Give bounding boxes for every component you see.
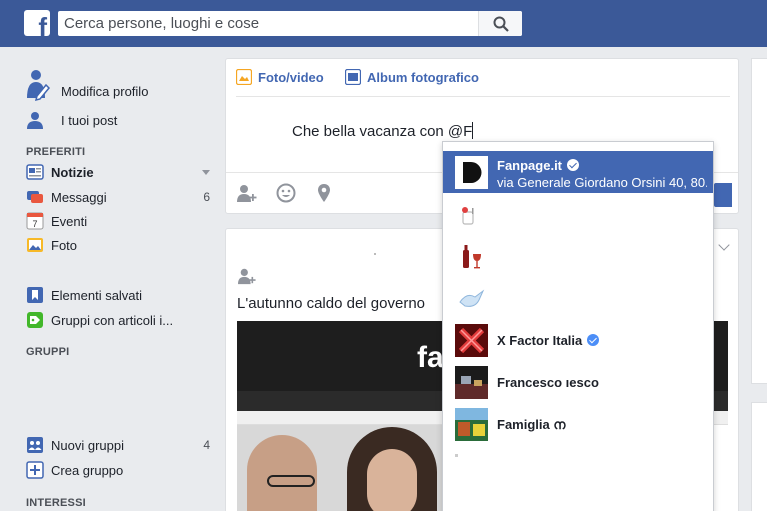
groups-header: GRUPPI	[26, 346, 70, 358]
feeling-icon[interactable]	[276, 183, 298, 203]
sidebar-item-label: Elementi salvati	[51, 287, 143, 303]
photo-icon	[235, 68, 253, 86]
text-cursor	[472, 122, 474, 139]
sidebar-item-messages[interactable]: Messaggi 6	[26, 187, 210, 207]
mention-item[interactable]	[443, 235, 713, 277]
person-photo	[247, 435, 317, 511]
chevron-down-icon[interactable]	[718, 239, 730, 251]
interests-header: INTERESSI	[26, 497, 86, 509]
mention-name: Famiglia ന	[497, 417, 566, 432]
post-title: L'autunno caldo del governo	[237, 295, 426, 312]
mention-item[interactable]: Famiglia ന	[443, 403, 713, 445]
search-button[interactable]	[478, 11, 522, 36]
calendar-icon: 7	[26, 212, 44, 230]
edit-profile-icon	[26, 68, 54, 102]
mention-name: Francesco ıesco	[497, 375, 599, 390]
sidebar-item-events[interactable]: 7 Eventi	[26, 211, 87, 231]
verified-badge-icon	[587, 334, 600, 346]
image-photo	[237, 425, 457, 511]
mention-name: Fanpage.it	[497, 158, 580, 173]
messages-count: 6	[203, 190, 210, 204]
mention-item[interactable]: X Factor Italia	[443, 319, 713, 361]
album-icon	[344, 68, 362, 86]
groups-icon	[26, 436, 44, 454]
facebook-logo-icon[interactable]: f	[24, 10, 50, 36]
favorites-header: PREFERITI	[26, 146, 86, 158]
tag-friends-icon[interactable]	[237, 267, 257, 290]
sidebar-item-label: Notizie	[51, 164, 94, 180]
sidebar-item-label: Eventi	[51, 213, 88, 229]
sidebar-item-label: Crea gruppo	[51, 462, 124, 478]
tab-label: Album fotografico	[367, 69, 479, 85]
plus-square-icon	[26, 461, 44, 479]
avatar	[455, 408, 488, 441]
mention-item[interactable]	[443, 193, 713, 235]
sidebar-item-label: Messaggi	[51, 189, 107, 205]
messages-icon	[26, 188, 44, 206]
sidebar-item-label: I tuoi post	[61, 112, 118, 128]
svg-text:7: 7	[32, 219, 37, 229]
sidebar-item-group-articles[interactable]: Gruppi con articoli i...	[26, 310, 173, 330]
search-box	[58, 11, 522, 36]
chevron-down-icon[interactable]	[202, 170, 210, 175]
composer-actions	[236, 183, 356, 203]
fanpage-logo-icon	[455, 156, 488, 189]
sidebar-item-new-groups[interactable]: Nuovi gruppi 4	[26, 435, 210, 455]
sidebar-item-create-group[interactable]: Crea gruppo	[26, 460, 123, 480]
sidebar-item-saved[interactable]: Elementi salvati	[26, 285, 142, 305]
sidebar-item-edit-profile[interactable]: Modifica profilo	[26, 70, 148, 102]
face-shape	[367, 449, 417, 511]
glasses-shape	[267, 475, 315, 487]
dove-emoji-icon	[455, 282, 488, 315]
left-sidebar: Modifica profilo I tuoi post PREFERITI N…	[0, 47, 215, 511]
mention-suggestions: Fanpage.it via Generale Giordano Orsini …	[442, 141, 714, 511]
tab-photo-album[interactable]: Album fotografico	[344, 68, 479, 86]
tag-icon	[26, 311, 44, 329]
tab-label: Foto/video	[258, 69, 324, 85]
composer-divider	[236, 96, 730, 97]
sidebar-item-photos[interactable]: Foto	[26, 235, 77, 255]
bookmark-icon	[26, 286, 44, 304]
search-input[interactable]	[64, 11, 474, 36]
right-column-panel	[751, 402, 767, 511]
wine-emoji-icon	[455, 240, 488, 273]
photos-icon	[26, 236, 44, 254]
drink-emoji-icon	[455, 198, 488, 231]
sidebar-item-label: Foto	[51, 237, 78, 253]
sidebar-item-your-posts[interactable]: I tuoi post	[26, 110, 117, 130]
publish-button[interactable]	[714, 183, 732, 207]
mention-item[interactable]	[443, 277, 713, 319]
news-feed-icon	[26, 163, 44, 181]
verified-badge-icon	[567, 159, 580, 171]
image-brand-text: fa	[417, 341, 444, 374]
xfactor-logo-icon	[455, 324, 488, 357]
mention-address: via Generale Giordano Orsini 40, 80...	[497, 175, 707, 190]
location-pin-icon[interactable]	[316, 183, 338, 203]
sidebar-item-label: Modifica profilo	[61, 83, 149, 99]
sidebar-item-label: Gruppi con articoli i...	[51, 312, 174, 328]
person-photo	[347, 427, 437, 511]
sidebar-item-label: Nuovi gruppi	[51, 437, 124, 453]
mention-name: X Factor Italia	[497, 333, 600, 348]
composer-input[interactable]: Che bella vacanza con @F	[292, 122, 474, 140]
tag-friends-icon[interactable]	[236, 183, 258, 203]
mention-more-indicator	[455, 454, 458, 457]
tab-photo-video[interactable]: Foto/video	[235, 68, 324, 86]
right-column-panel	[751, 58, 767, 384]
mention-item[interactable]: Fanpage.it via Generale Giordano Orsini …	[443, 151, 713, 193]
user-icon	[26, 111, 54, 129]
sidebar-item-news-feed[interactable]: Notizie	[26, 162, 210, 182]
post-header-placeholder	[374, 253, 376, 255]
mention-item[interactable]: Francesco ıesco	[443, 361, 713, 403]
search-icon	[493, 16, 509, 32]
avatar	[455, 366, 488, 399]
composer-text: Che bella vacanza con @F	[292, 123, 473, 140]
top-bar: f	[0, 0, 767, 47]
new-groups-count: 4	[203, 438, 210, 452]
